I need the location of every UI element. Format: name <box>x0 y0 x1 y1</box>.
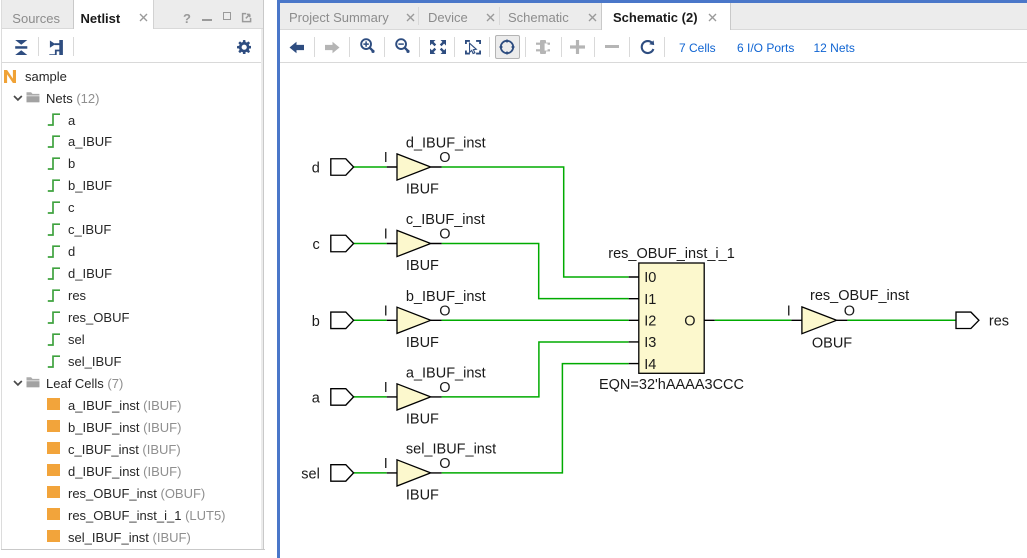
svg-text:b: b <box>312 314 320 330</box>
svg-text:I2: I2 <box>644 314 656 330</box>
svg-text:I4: I4 <box>644 357 656 373</box>
svg-text:IBUF: IBUF <box>406 411 439 427</box>
svg-text:I: I <box>787 303 791 319</box>
svg-text:IBUF: IBUF <box>406 182 439 198</box>
svg-text:sel_IBUF_inst: sel_IBUF_inst <box>406 442 496 458</box>
svg-text:O: O <box>439 456 450 472</box>
svg-text:a_IBUF_inst: a_IBUF_inst <box>406 366 486 382</box>
svg-text:I: I <box>384 303 388 319</box>
svg-text:c: c <box>313 237 320 253</box>
svg-text:res_OBUF_inst_i_1: res_OBUF_inst_i_1 <box>608 246 735 262</box>
svg-text:O: O <box>684 314 695 330</box>
svg-text:I: I <box>384 456 388 472</box>
svg-text:I0: I0 <box>644 270 656 286</box>
svg-text:b_IBUF_inst: b_IBUF_inst <box>406 289 486 305</box>
svg-text:I: I <box>384 227 388 243</box>
svg-text:res_OBUF_inst: res_OBUF_inst <box>810 288 909 304</box>
svg-text:I3: I3 <box>644 335 656 351</box>
svg-text:d: d <box>312 161 320 177</box>
svg-text:IBUF: IBUF <box>406 258 439 274</box>
svg-text:d_IBUF_inst: d_IBUF_inst <box>406 136 486 152</box>
svg-text:a: a <box>312 391 321 407</box>
svg-text:O: O <box>439 380 450 396</box>
svg-text:I: I <box>384 380 388 396</box>
svg-text:O: O <box>844 303 855 319</box>
svg-text:EQN=32'hAAAA3CCC: EQN=32'hAAAA3CCC <box>599 377 744 393</box>
svg-text:IBUF: IBUF <box>406 487 439 503</box>
svg-text:I1: I1 <box>644 292 656 308</box>
svg-text:O: O <box>439 150 450 166</box>
svg-text:res: res <box>989 314 1009 330</box>
svg-text:O: O <box>439 227 450 243</box>
svg-text:OBUF: OBUF <box>812 335 852 351</box>
svg-text:IBUF: IBUF <box>406 335 439 351</box>
svg-text:I: I <box>384 150 388 166</box>
svg-text:c_IBUF_inst: c_IBUF_inst <box>406 212 485 228</box>
svg-text:sel: sel <box>301 467 320 483</box>
svg-text:O: O <box>439 303 450 319</box>
